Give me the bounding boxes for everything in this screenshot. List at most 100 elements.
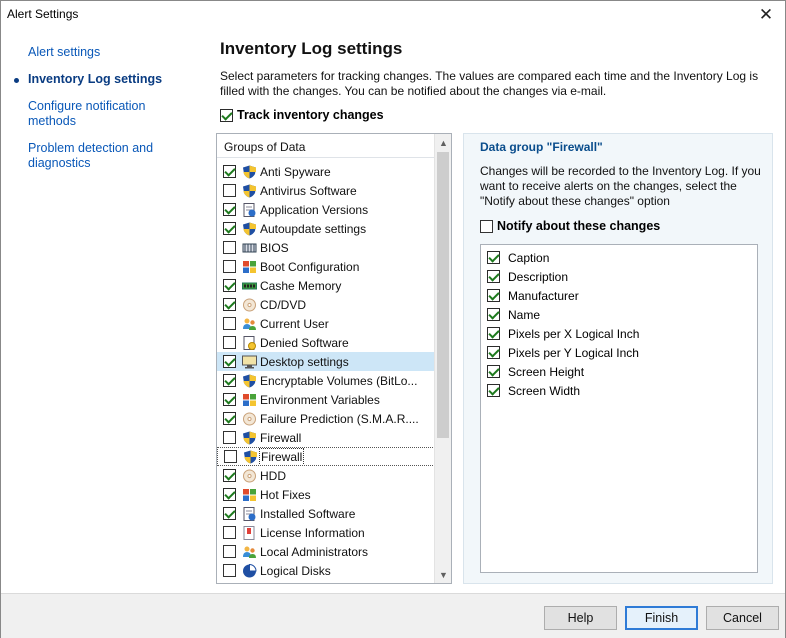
notify-about-changes-checkbox[interactable]: Notify about these changes — [480, 219, 660, 233]
nav-item-configure-notification-methods[interactable]: Configure notification methods — [11, 99, 191, 129]
field-row[interactable]: Caption — [481, 248, 757, 267]
group-row[interactable]: Denied Software — [217, 333, 435, 352]
group-checkbox[interactable] — [223, 469, 236, 482]
groups-of-data-list[interactable]: Groups of Data Anti Spyware Antivirus Sof… — [216, 133, 452, 584]
field-checkbox[interactable] — [487, 384, 500, 397]
group-label: CD/DVD — [260, 297, 307, 312]
group-checkbox[interactable] — [223, 412, 236, 425]
group-checkbox[interactable] — [223, 526, 236, 539]
scroll-down-icon[interactable]: ▼ — [435, 566, 451, 583]
group-checkbox[interactable] — [223, 507, 236, 520]
alert-settings-window: Alert Settings ✕ Alert settings Inventory… — [0, 0, 786, 638]
group-label: Firewall — [260, 430, 302, 445]
group-row[interactable]: Antivirus Software — [217, 181, 435, 200]
group-row[interactable]: Environment Variables — [217, 390, 435, 409]
group-checkbox[interactable] — [223, 317, 236, 330]
group-label: Cashe Memory — [260, 278, 342, 293]
nav-item-problem-detection-and-diagnostics[interactable]: Problem detection and diagnostics — [11, 141, 191, 171]
group-checkbox[interactable] — [223, 260, 236, 273]
field-row[interactable]: Name — [481, 305, 757, 324]
field-row[interactable]: Screen Height — [481, 362, 757, 381]
group-row[interactable]: Logical Disks — [217, 561, 435, 580]
group-checkbox[interactable] — [223, 488, 236, 501]
users-icon — [242, 545, 257, 559]
group-row[interactable]: Boot Configuration — [217, 257, 435, 276]
group-row[interactable]: Desktop settings — [217, 352, 435, 371]
shield-icon — [242, 222, 257, 236]
group-row[interactable]: Firewall — [217, 428, 435, 447]
group-row[interactable]: Local Administrators — [217, 542, 435, 561]
windows-icon — [242, 393, 257, 407]
group-label: Boot Configuration — [260, 259, 360, 274]
group-checkbox[interactable] — [223, 222, 236, 235]
checkbox[interactable] — [480, 219, 493, 233]
page-description: Select parameters for tracking changes. … — [220, 69, 759, 98]
license-icon — [242, 525, 257, 540]
group-checkbox[interactable] — [223, 336, 236, 349]
group-label: Local Administrators — [260, 544, 369, 559]
app-versions-icon — [242, 202, 257, 217]
vertical-scrollbar[interactable]: ▲ ▼ — [434, 134, 451, 583]
group-checkbox[interactable] — [223, 545, 236, 558]
field-checkbox[interactable] — [487, 308, 500, 321]
group-label: Logical Disks — [260, 563, 331, 578]
scroll-up-icon[interactable]: ▲ — [435, 134, 451, 151]
group-checkbox[interactable] — [223, 203, 236, 216]
group-checkbox[interactable] — [223, 165, 236, 178]
shield-icon — [242, 374, 257, 388]
group-row[interactable]: Failure Prediction (S.M.A.R.... — [217, 409, 435, 428]
group-row[interactable]: BIOS — [217, 238, 435, 257]
field-checkbox[interactable] — [487, 327, 500, 340]
field-checkbox[interactable] — [487, 289, 500, 302]
field-checkbox[interactable] — [487, 346, 500, 359]
group-row[interactable]: Application Versions — [217, 200, 435, 219]
field-checkbox[interactable] — [487, 270, 500, 283]
group-row[interactable]: Encryptable Volumes (BitLo... — [217, 371, 435, 390]
track-inventory-changes-label: Track inventory changes — [237, 108, 384, 122]
cancel-button[interactable]: Cancel — [706, 606, 779, 630]
group-checkbox[interactable] — [224, 450, 237, 463]
group-checkbox[interactable] — [223, 431, 236, 444]
group-checkbox[interactable] — [223, 241, 236, 254]
nav-item-inventory-log-settings[interactable]: Inventory Log settings — [11, 72, 191, 87]
finish-button[interactable]: Finish — [625, 606, 698, 630]
group-row[interactable]: CD/DVD — [217, 295, 435, 314]
group-row[interactable]: Cashe Memory — [217, 276, 435, 295]
group-checkbox[interactable] — [223, 564, 236, 577]
group-row[interactable]: HDD — [217, 466, 435, 485]
group-checkbox[interactable] — [223, 355, 236, 368]
field-row[interactable]: Pixels per X Logical Inch — [481, 324, 757, 343]
field-row[interactable]: Screen Width — [481, 381, 757, 400]
field-row[interactable]: Pixels per Y Logical Inch — [481, 343, 757, 362]
group-list: Anti Spyware Antivirus Software Applicatio… — [217, 162, 435, 580]
close-icon[interactable]: ✕ — [747, 1, 785, 29]
scroll-thumb[interactable] — [437, 152, 449, 438]
group-row[interactable]: License Information — [217, 523, 435, 542]
group-row[interactable]: Hot Fixes — [217, 485, 435, 504]
field-checkbox[interactable] — [487, 251, 500, 264]
field-label: Screen Height — [508, 364, 585, 379]
group-checkbox[interactable] — [223, 393, 236, 406]
active-bullet-icon — [14, 78, 19, 83]
group-row[interactable]: Autoupdate settings — [217, 219, 435, 238]
pie-icon — [242, 563, 257, 578]
group-row[interactable]: Current User — [217, 314, 435, 333]
group-checkbox[interactable] — [223, 374, 236, 387]
nav-item-alert-settings[interactable]: Alert settings — [11, 45, 191, 60]
checkbox[interactable] — [220, 108, 233, 122]
group-checkbox[interactable] — [223, 298, 236, 311]
field-label: Description — [508, 269, 569, 284]
disc-icon — [242, 298, 257, 312]
group-row[interactable]: Installed Software — [217, 504, 435, 523]
fields-list[interactable]: Caption Description Manufacturer Name Pixels… — [480, 244, 758, 573]
help-button[interactable]: Help — [544, 606, 617, 630]
group-checkbox[interactable] — [223, 184, 236, 197]
group-row[interactable]: Firewall — [217, 447, 435, 466]
field-row[interactable]: Manufacturer — [481, 286, 757, 305]
field-checkbox[interactable] — [487, 365, 500, 378]
group-row[interactable]: Anti Spyware — [217, 162, 435, 181]
group-checkbox[interactable] — [223, 279, 236, 292]
group-label: Failure Prediction (S.M.A.R.... — [260, 411, 419, 426]
track-inventory-changes-checkbox[interactable]: Track inventory changes — [220, 108, 384, 122]
field-row[interactable]: Description — [481, 267, 757, 286]
